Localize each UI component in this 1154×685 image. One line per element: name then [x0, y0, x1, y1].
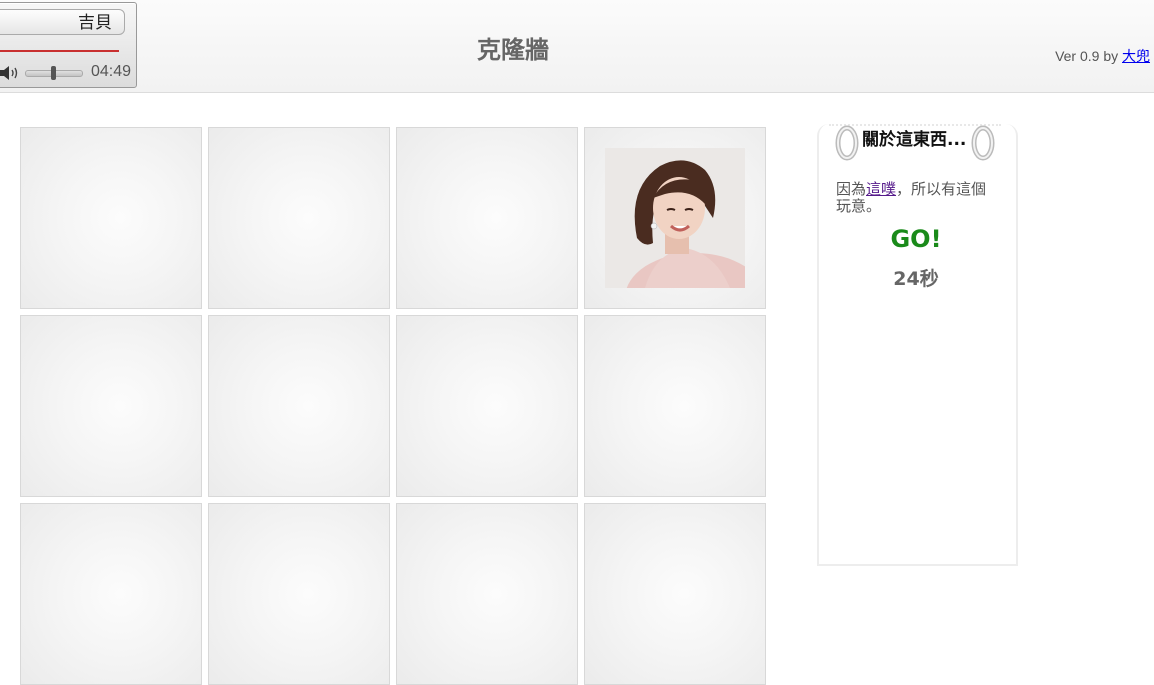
card-tile-r1c4[interactable] — [584, 127, 766, 309]
progress-bar[interactable] — [0, 48, 125, 54]
panel-description: 因為這噗，所以有這個玩意。 — [836, 181, 1000, 215]
volume-knob[interactable] — [51, 66, 56, 80]
card-tile-r1c2[interactable] — [208, 127, 390, 309]
volume-slider[interactable] — [25, 66, 83, 80]
desc-text-before: 因為 — [836, 180, 867, 198]
card-tile-r3c4[interactable] — [584, 503, 766, 685]
music-player: 吉貝 04:49 — [0, 2, 137, 88]
card-tile-r1c3[interactable] — [396, 127, 578, 309]
page-title: 克隆牆 — [477, 36, 549, 64]
card-tile-r2c4[interactable] — [584, 315, 766, 497]
author-link[interactable]: 大兜 — [1122, 48, 1150, 64]
panel-heading: 關於這東西... — [862, 130, 967, 150]
go-button[interactable]: GO! — [816, 225, 1016, 253]
portrait-photo — [605, 148, 745, 288]
countdown-timer: 24秒 — [893, 268, 939, 290]
song-title-button[interactable]: 吉貝 — [0, 9, 125, 35]
version-text: Ver 0.9 by — [1055, 48, 1122, 64]
card-tile-r3c3[interactable] — [396, 503, 578, 685]
version-info: Ver 0.9 by 大兜 — [1055, 46, 1150, 66]
player-time: 04:49 — [91, 63, 132, 80]
card-tile-r2c3[interactable] — [396, 315, 578, 497]
card-tile-r3c1[interactable] — [20, 503, 202, 685]
card-tile-r1c1[interactable] — [20, 127, 202, 309]
header-bar: 克隆牆 Ver 0.9 by 大兜 — [0, 0, 1154, 93]
volume-icon[interactable] — [0, 65, 19, 81]
card-tile-r2c2[interactable] — [208, 315, 390, 497]
binder-ring-icon — [833, 123, 859, 163]
card-tile-r3c2[interactable] — [208, 503, 390, 685]
binder-ring-icon — [971, 123, 997, 163]
plurk-link[interactable]: 這噗 — [866, 180, 896, 198]
card-tile-r2c1[interactable] — [20, 315, 202, 497]
progress-fill — [0, 50, 119, 52]
